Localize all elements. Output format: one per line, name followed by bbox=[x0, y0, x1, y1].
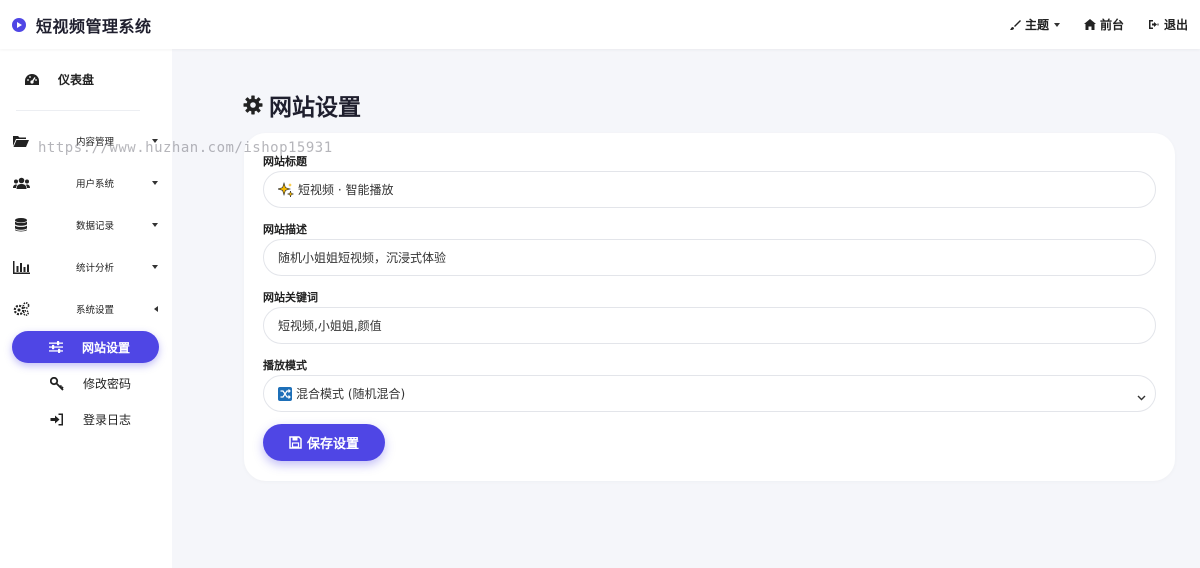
play-mode-label: 播放模式 bbox=[263, 359, 307, 372]
play-mode-select[interactable]: 混合模式 (随机混合) bbox=[263, 375, 1156, 412]
sidebar-item-label: 修改密码 bbox=[83, 377, 132, 391]
sidebar-item-users[interactable]: 用户系统 bbox=[0, 162, 172, 204]
sidebar-subitem-login-log[interactable]: 登录日志 bbox=[50, 411, 131, 428]
frontend-label: 前台 bbox=[1099, 18, 1124, 32]
gear-icon bbox=[243, 95, 263, 115]
sidebar-item-content[interactable]: 内容管理 bbox=[0, 120, 172, 162]
home-icon bbox=[1083, 19, 1096, 30]
site-desc-input[interactable]: 随机小姐姐短视频，沉浸式体验 bbox=[263, 239, 1156, 276]
site-desc-label: 网站描述 bbox=[263, 223, 307, 236]
frontend-link[interactable]: 前台 bbox=[1083, 16, 1124, 33]
page-title: 网站设置 bbox=[243, 88, 361, 122]
sidebar-item-label: 数据记录 bbox=[76, 221, 115, 232]
key-icon bbox=[50, 376, 64, 391]
site-desc-value: 随机小姐姐短视频，沉浸式体验 bbox=[278, 251, 447, 265]
site-title-input[interactable]: 短视频 · 智能播放 bbox=[263, 171, 1156, 208]
top-navbar: 短视频管理系统 主题 前台 退出 bbox=[0, 0, 1200, 49]
sidebar-item-label: 网站设置 bbox=[82, 340, 131, 355]
save-settings-label: 保存设置 bbox=[306, 437, 359, 452]
theme-dropdown[interactable]: 主题 bbox=[1009, 16, 1060, 33]
site-title-label: 网站标题 bbox=[263, 155, 307, 168]
users-icon bbox=[12, 177, 30, 190]
site-keywords-input[interactable]: 短视频,小姐姐,颜值 bbox=[263, 307, 1156, 344]
play-mode-value: 混合模式 (随机混合) bbox=[296, 387, 406, 401]
caret-down-icon bbox=[152, 223, 158, 227]
caret-left-icon bbox=[154, 306, 158, 312]
caret-down-icon bbox=[1053, 22, 1060, 27]
sidebar-subitem-change-password[interactable]: 修改密码 bbox=[50, 375, 131, 392]
sparkles-icon bbox=[278, 181, 294, 198]
sidebar-item-label: 登录日志 bbox=[83, 413, 132, 427]
sidebar: 仪表盘 内容管理 用户系统 数据记录 统计分析 系统设置 网站设置 修改密码 登… bbox=[0, 49, 172, 568]
bar-chart-icon bbox=[12, 260, 30, 274]
sign-out-icon bbox=[1148, 19, 1160, 30]
brush-icon bbox=[1009, 19, 1021, 31]
sidebar-item-label: 统计分析 bbox=[76, 263, 115, 274]
page-title-text: 网站设置 bbox=[269, 95, 361, 121]
caret-down-icon bbox=[152, 139, 158, 143]
sidebar-subitem-site-settings[interactable]: 网站设置 bbox=[12, 331, 159, 363]
brand[interactable]: 短视频管理系统 bbox=[12, 13, 152, 37]
sidebar-item-label: 仪表盘 bbox=[58, 73, 95, 87]
cogs-icon bbox=[12, 302, 30, 316]
sidebar-item-label: 系统设置 bbox=[76, 305, 115, 316]
save-settings-button[interactable]: 保存设置 bbox=[263, 424, 385, 461]
sidebar-item-label: 用户系统 bbox=[76, 179, 115, 190]
chevron-down-icon bbox=[1137, 390, 1146, 404]
site-keywords-label: 网站关键词 bbox=[263, 291, 318, 304]
logout-label: 退出 bbox=[1163, 18, 1188, 32]
logout-link[interactable]: 退出 bbox=[1148, 16, 1188, 33]
sign-in-icon bbox=[50, 413, 64, 426]
sliders-icon bbox=[49, 341, 63, 353]
app-title: 短视频管理系统 bbox=[36, 16, 152, 36]
sidebar-item-label: 内容管理 bbox=[76, 137, 115, 148]
caret-down-icon bbox=[152, 265, 158, 269]
site-title-value: 短视频 · 智能播放 bbox=[298, 183, 394, 197]
play-circle-icon bbox=[12, 17, 26, 32]
theme-label: 主题 bbox=[1024, 18, 1049, 32]
site-keywords-value: 短视频,小姐姐,颜值 bbox=[278, 319, 382, 333]
sidebar-item-system-settings[interactable]: 系统设置 bbox=[0, 288, 172, 330]
shuffle-icon bbox=[278, 386, 292, 401]
database-icon bbox=[12, 218, 30, 232]
folder-open-icon bbox=[12, 135, 30, 147]
caret-down-icon bbox=[152, 181, 158, 185]
sidebar-item-data-records[interactable]: 数据记录 bbox=[0, 204, 172, 246]
save-icon bbox=[289, 436, 302, 449]
sidebar-item-statistics[interactable]: 统计分析 bbox=[0, 246, 172, 288]
dashboard-gauge-icon bbox=[24, 73, 40, 86]
settings-form-card: 网站标题 短视频 · 智能播放 网站描述 随机小姐姐短视频，沉浸式体验 网站关键… bbox=[244, 133, 1175, 481]
sidebar-item-dashboard[interactable]: 仪表盘 bbox=[16, 49, 140, 111]
